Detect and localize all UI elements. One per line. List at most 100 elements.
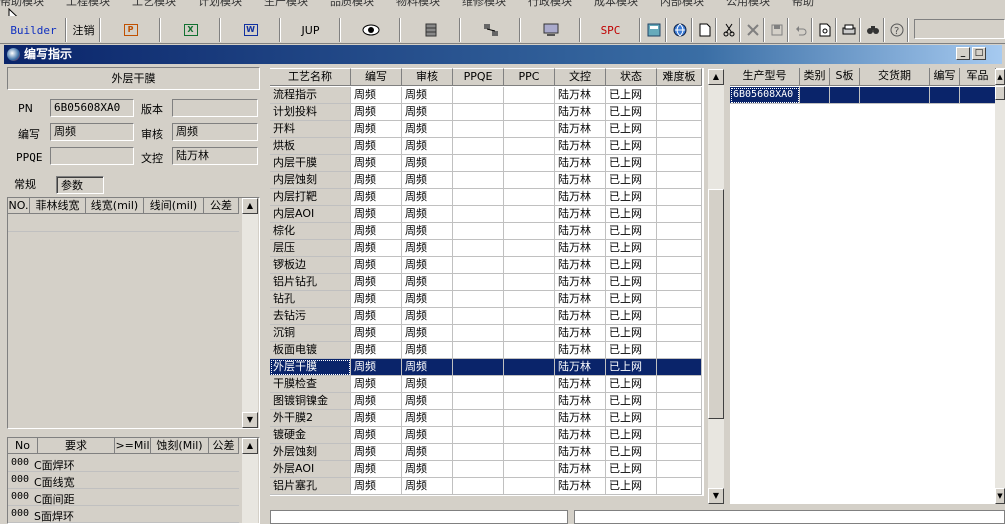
process-grid-scrollbar[interactable]: ▲ ▼ (708, 69, 724, 504)
col-writer[interactable]: 编写 (930, 68, 960, 86)
spc-button[interactable]: SPC (582, 18, 640, 42)
process-row[interactable]: 棕化 周频 周频 陆万林 已上网 (270, 223, 702, 240)
menu-item[interactable]: 计划模块 (198, 0, 242, 8)
process-row[interactable]: 干膜检查 周频 周频 陆万林 已上网 (270, 376, 702, 393)
process-row[interactable]: 锣板边 周频 周频 陆万林 已上网 (270, 257, 702, 274)
param-col-no[interactable]: NO. (8, 198, 30, 214)
req-row[interactable]: 000 C面间距 (8, 489, 239, 506)
col-control[interactable]: 文控 (555, 68, 606, 86)
process-row[interactable]: 层压 周频 周频 陆万林 已上网 (270, 240, 702, 257)
req-col-min-mil[interactable]: >=Mil (115, 438, 151, 454)
save-button[interactable] (766, 18, 788, 42)
menu-item[interactable]: 行政模块 (528, 0, 572, 8)
param-col-line-space[interactable]: 线间(mil) (144, 198, 204, 214)
scroll-down-icon[interactable]: ▼ (995, 488, 1005, 504)
builder-button[interactable]: Builder (2, 18, 66, 42)
undo-button[interactable] (790, 18, 812, 42)
req-row[interactable]: 000 C面焊环 (8, 455, 239, 472)
process-row[interactable]: 外层AOI 周频 周频 陆万林 已上网 (270, 461, 702, 478)
reviewer-field[interactable]: 周频 (172, 123, 258, 141)
order-row[interactable]: 6B05608XA0 (730, 87, 996, 104)
req-col-requirement[interactable]: 要求 (38, 438, 115, 454)
scroll-up-icon[interactable]: ▲ (242, 198, 258, 214)
network-button[interactable] (462, 18, 520, 42)
order-grid-scrollbar[interactable]: ▲ ▼ (995, 69, 1005, 504)
calculator-button[interactable] (642, 18, 666, 42)
process-row[interactable]: 内层AOI 周频 周频 陆万林 已上网 (270, 206, 702, 223)
menu-item[interactable]: 生产模块 (264, 0, 308, 8)
process-row[interactable]: 镀硬金 周频 周频 陆万林 已上网 (270, 427, 702, 444)
help-button[interactable]: ? (886, 18, 908, 42)
maximize-button[interactable]: □ (972, 47, 986, 60)
req-row[interactable]: 000 S面焊环 (8, 506, 239, 523)
scroll-down-icon[interactable]: ▼ (708, 488, 724, 504)
col-ppqe[interactable]: PPQE (453, 68, 504, 86)
menu-item[interactable]: 物料模块 (396, 0, 440, 8)
process-row[interactable]: 外层干膜 周频 周频 陆万林 已上网 (270, 359, 702, 376)
bottom-memo-right[interactable] (574, 510, 1005, 524)
col-s-board[interactable]: S板 (830, 68, 860, 86)
col-category[interactable]: 类别 (800, 68, 830, 86)
new-file-button[interactable] (694, 18, 716, 42)
process-row[interactable]: 去钻污 周频 周频 陆万林 已上网 (270, 308, 702, 325)
req-col-tolerance[interactable]: 公差 (209, 438, 239, 454)
process-row[interactable]: 板面电镀 周频 周频 陆万林 已上网 (270, 342, 702, 359)
col-military[interactable]: 军品 (960, 68, 996, 86)
scroll-down-icon[interactable]: ▼ (242, 412, 258, 428)
process-row[interactable]: 沉铜 周频 周频 陆万林 已上网 (270, 325, 702, 342)
col-model[interactable]: 生产型号 (730, 68, 800, 86)
process-row[interactable]: 计划投料 周频 周频 陆万林 已上网 (270, 104, 702, 121)
delete-button[interactable] (742, 18, 764, 42)
tab-params[interactable]: 参数 (56, 176, 104, 194)
find-button[interactable] (862, 18, 884, 42)
process-row[interactable]: 外干膜2 周频 周频 陆万林 已上网 (270, 410, 702, 427)
menu-item[interactable]: 工程模块 (66, 0, 110, 8)
col-process-name[interactable]: 工艺名称 (270, 68, 351, 86)
excel-button[interactable]: X (162, 18, 220, 42)
version-field[interactable] (172, 99, 258, 117)
process-row[interactable]: 钻孔 周频 周频 陆万林 已上网 (270, 291, 702, 308)
menu-item[interactable]: 维修模块 (462, 0, 506, 8)
minimize-button[interactable]: _ (956, 47, 970, 60)
col-status[interactable]: 状态 (606, 68, 657, 86)
menu-item[interactable]: 帮助 (792, 0, 814, 8)
process-row[interactable]: 铝片塞孔 周频 周频 陆万林 已上网 (270, 478, 702, 495)
process-row[interactable]: 图镀铜镍金 周频 周频 陆万林 已上网 (270, 393, 702, 410)
scroll-up-icon[interactable]: ▲ (708, 69, 724, 85)
jup-button[interactable]: JUP (282, 18, 340, 42)
toolbar-search-box[interactable] (914, 19, 1005, 39)
param-col-line-width[interactable]: 线宽(mil) (86, 198, 144, 214)
param-col-tolerance[interactable]: 公差 (204, 198, 239, 214)
process-row[interactable]: 开料 周频 周频 陆万林 已上网 (270, 121, 702, 138)
col-reviewer[interactable]: 审核 (402, 68, 453, 86)
pn-field[interactable]: 6B05608XA0 (50, 99, 134, 117)
menu-item[interactable]: 帮助模块 (0, 0, 44, 8)
scroll-up-icon[interactable]: ▲ (995, 69, 1005, 85)
tab-general[interactable]: 常规 (10, 176, 40, 194)
col-delivery[interactable]: 交货期 (860, 68, 930, 86)
menu-item[interactable]: 内部模块 (660, 0, 704, 8)
logout-button[interactable]: 注销 (68, 18, 100, 42)
cut-button[interactable] (718, 18, 740, 42)
ppqe-field[interactable] (50, 147, 134, 165)
database-button[interactable] (402, 18, 460, 42)
process-row[interactable]: 铝片钻孔 周频 周频 陆万林 已上网 (270, 274, 702, 291)
menu-item[interactable]: 成本模块 (594, 0, 638, 8)
param-col-film-width[interactable]: 菲林线宽 (30, 198, 86, 214)
computer-button[interactable] (522, 18, 580, 42)
param-scrollbar[interactable]: ▲ ▼ (242, 198, 258, 428)
scroll-up-icon[interactable]: ▲ (242, 438, 258, 454)
process-row[interactable]: 内层蚀刻 周频 周频 陆万林 已上网 (270, 172, 702, 189)
process-row[interactable]: 内层打靶 周频 周频 陆万林 已上网 (270, 189, 702, 206)
process-row[interactable]: 外层蚀刻 周频 周频 陆万林 已上网 (270, 444, 702, 461)
process-row[interactable]: 流程指示 周频 周频 陆万林 已上网 (270, 87, 702, 104)
col-writer[interactable]: 编写 (351, 68, 402, 86)
preview-button[interactable] (814, 18, 836, 42)
menu-item[interactable]: 工艺模块 (132, 0, 176, 8)
menu-item[interactable]: 品质模块 (330, 0, 374, 8)
globe-button[interactable] (668, 18, 692, 42)
writer-field[interactable]: 周频 (50, 123, 134, 141)
process-row[interactable]: 烘板 周频 周频 陆万林 已上网 (270, 138, 702, 155)
col-difficulty[interactable]: 难度板 (657, 68, 702, 86)
word-button[interactable]: W (222, 18, 280, 42)
